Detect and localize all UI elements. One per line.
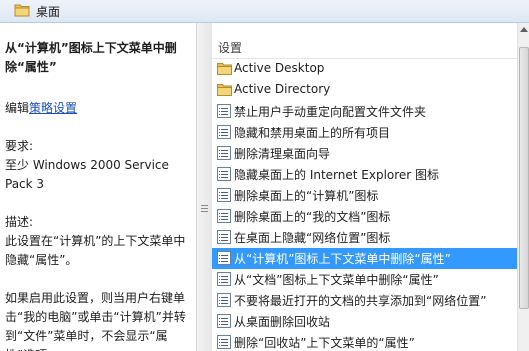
policy-setting-icon (217, 125, 231, 139)
policy-item[interactable]: 隐藏和禁用桌面上的所有项目 (212, 122, 517, 143)
requirements-label: 要求: (5, 139, 34, 153)
item-label: 隐藏和禁用桌面上的所有项目 (234, 126, 391, 140)
item-label: 删除“回收站”上下文菜单的“属性” (234, 336, 415, 350)
description-detail: 如果启用此设置，则当用户右键单击“我的电脑”或单击“计算机”并转到“文件”菜单时… (5, 291, 186, 351)
policy-setting-icon (217, 293, 231, 307)
item-label: 隐藏桌面上的 Internet Explorer 图标 (234, 168, 440, 182)
item-label: 从“文档”图标上下文菜单中删除“属性” (234, 273, 439, 287)
item-label: 在桌面上隐藏“网络位置”图标 (234, 231, 391, 245)
description-text: 此设置在“计算机”的上下文菜单中隐藏“属性”。 (5, 234, 186, 267)
policy-item[interactable]: 删除桌面上的“计算机”图标 (212, 185, 517, 206)
policy-setting-icon (217, 314, 231, 328)
policy-setting-icon (217, 146, 231, 160)
pane-splitter[interactable] (196, 23, 213, 351)
policy-setting-icon (217, 251, 231, 265)
item-label: 不要将最近打开的文档的共享添加到“网络位置” (234, 294, 487, 308)
settings-list-pane: 设置 Active Desktop Active Directory 禁止用户手动重… (212, 23, 517, 351)
item-label: 删除桌面上的“计算机”图标 (234, 189, 379, 203)
folder-icon (217, 62, 232, 76)
pane-header: 桌面 (0, 0, 529, 23)
policy-item[interactable]: 从“计算机”图标上下文菜单中删除“属性” (212, 248, 517, 269)
folder-item[interactable]: Active Directory (212, 80, 517, 101)
policy-setting-icon (217, 335, 231, 349)
folder-item[interactable]: Active Desktop (212, 59, 517, 80)
item-label: 从“计算机”图标上下文菜单中删除“属性” (234, 252, 451, 266)
policy-setting-icon (217, 188, 231, 202)
policy-item[interactable]: 从桌面删除回收站 (212, 311, 517, 332)
policy-item[interactable]: 不要将最近打开的文档的共享添加到“网络位置” (212, 290, 517, 311)
scrollbar-thumb[interactable] (519, 47, 529, 309)
policy-item[interactable]: 删除清理桌面向导 (212, 143, 517, 164)
description-label: 描述: (5, 215, 34, 229)
policy-setting-icon (217, 209, 231, 223)
policy-item[interactable]: 禁止用户手动重定向配置文件文件夹 (212, 101, 517, 122)
policy-item[interactable]: 删除桌面上的“我的文档”图标 (212, 206, 517, 227)
edit-policy-link[interactable]: 策略设置 (29, 101, 77, 115)
policy-item[interactable]: 在桌面上隐藏“网络位置”图标 (212, 227, 517, 248)
item-label: 删除桌面上的“我的文档”图标 (234, 210, 391, 224)
policy-setting-icon (217, 167, 231, 181)
setting-heading: 从“计算机”图标上下文菜单中删除“属性” (5, 41, 177, 74)
description-pane: 从“计算机”图标上下文菜单中删除“属性” 编辑策略设置 要求: 至少 Windo… (0, 23, 196, 351)
requirements-value: 至少 Windows 2000 Service Pack 3 (5, 158, 169, 191)
folder-icon (14, 3, 30, 20)
edit-prefix: 编辑 (5, 101, 30, 115)
policy-setting-icon (217, 230, 231, 244)
item-label: 禁止用户手动重定向配置文件文件夹 (234, 105, 427, 119)
policy-item[interactable]: 隐藏桌面上的 Internet Explorer 图标 (212, 164, 517, 185)
pane-title: 桌面 (36, 5, 61, 19)
scroll-up-arrow-icon[interactable] (520, 27, 528, 32)
settings-list: Active Desktop Active Directory 禁止用户手动重定向配… (212, 59, 517, 351)
item-label: 从桌面删除回收站 (234, 315, 331, 329)
policy-item[interactable]: 删除“回收站”上下文菜单的“属性” (212, 332, 517, 351)
item-label: Active Directory (234, 82, 331, 96)
policy-item[interactable]: 从“文档”图标上下文菜单中删除“属性” (212, 269, 517, 290)
item-label: 删除清理桌面向导 (234, 147, 331, 161)
policy-setting-icon (217, 104, 231, 118)
column-header-setting[interactable]: 设置 (212, 35, 517, 59)
column-header-label: 设置 (218, 41, 243, 55)
vertical-scrollbar[interactable] (517, 23, 529, 351)
item-label: Active Desktop (234, 61, 325, 75)
folder-icon (217, 83, 232, 97)
policy-setting-icon (217, 272, 231, 286)
splitter-grip-icon (201, 205, 208, 214)
edit-line: 编辑策略设置 (5, 99, 195, 118)
